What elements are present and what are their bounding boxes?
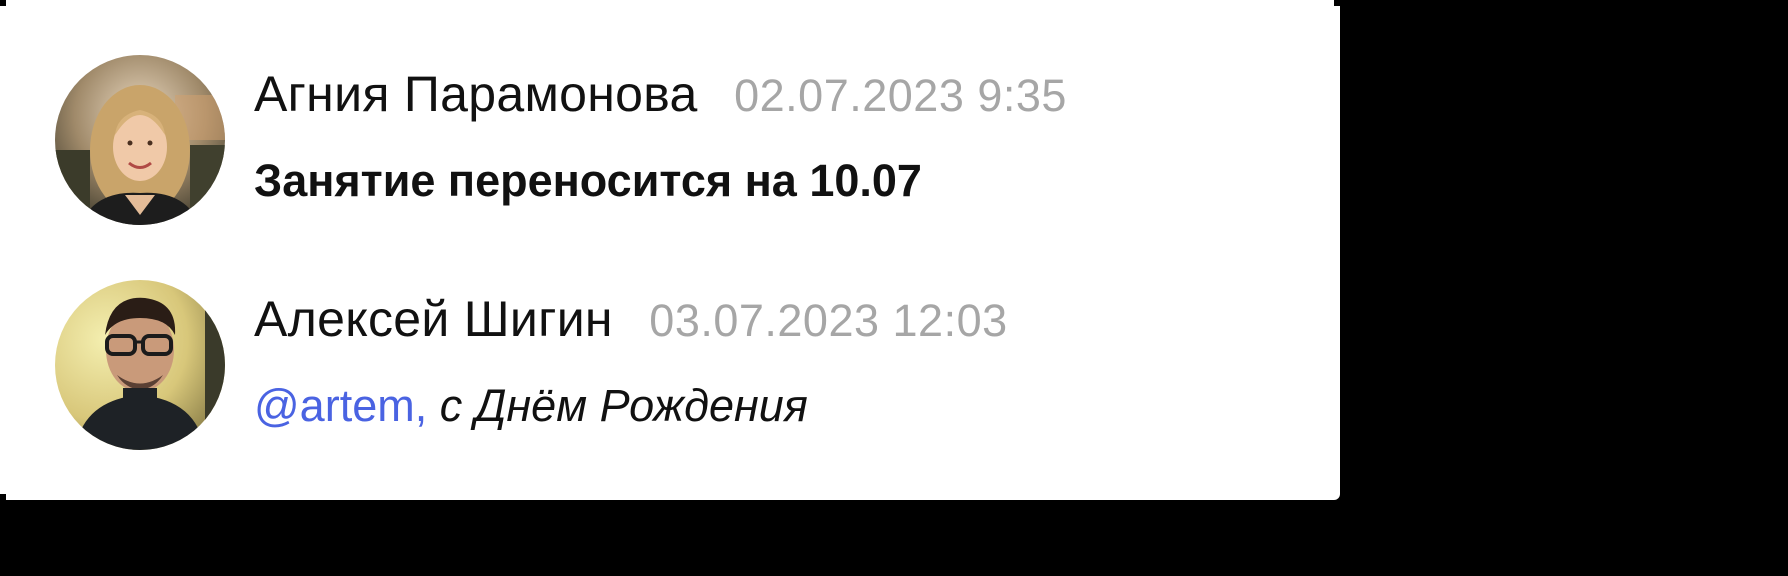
comment-text: @artem, с Днём Рождения (254, 380, 808, 432)
avatar[interactable] (55, 280, 225, 450)
comment-timestamp: 02.07.2023 9:35 (734, 70, 1067, 121)
comment-header: Агния Парамонова 02.07.2023 9:35 (254, 65, 1067, 133)
comment-text: Занятие переносится на 10.07 (254, 155, 922, 207)
corner-mark (1334, 0, 1340, 6)
comment-item: Агния Парамонова 02.07.2023 9:35 Занятие… (55, 55, 1295, 227)
comment-header: Алексей Шигин 03.07.2023 12:03 (254, 290, 1008, 358)
user-mention-link[interactable]: @artem, (254, 380, 427, 431)
comment-body: Занятие переносится на 10.07 (254, 155, 922, 206)
comment-body: с Днём Рождения (439, 380, 808, 431)
comment-timestamp: 03.07.2023 12:03 (649, 295, 1008, 346)
corner-mark (0, 0, 6, 6)
avatar[interactable] (55, 55, 225, 225)
author-name[interactable]: Алексей Шигин (254, 291, 613, 347)
comment-item: Алексей Шигин 03.07.2023 12:03 @artem, с… (55, 280, 1295, 452)
comments-card: Агния Парамонова 02.07.2023 9:35 Занятие… (0, 0, 1340, 500)
corner-mark (0, 494, 6, 500)
woman-avatar-image (55, 55, 225, 225)
author-name[interactable]: Агния Парамонова (254, 66, 698, 122)
man-avatar-image (55, 280, 225, 450)
